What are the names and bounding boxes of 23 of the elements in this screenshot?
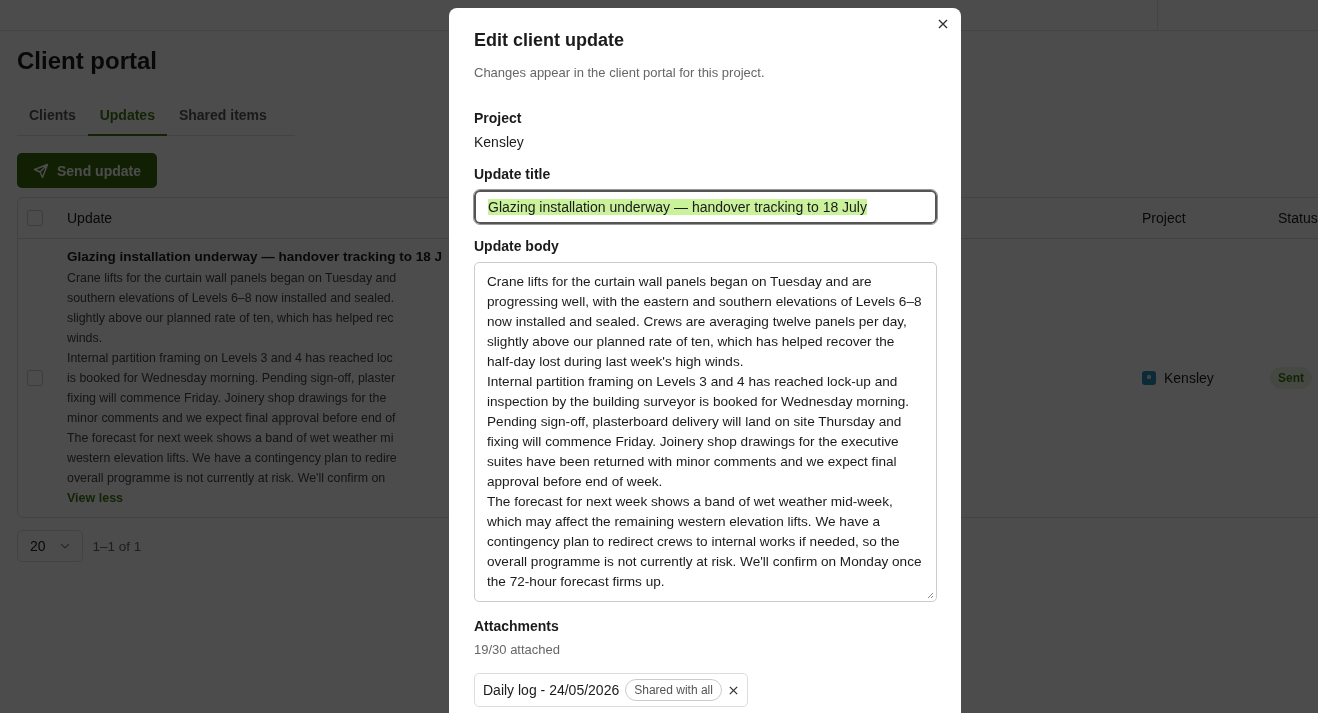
project-value: Kensley: [474, 134, 525, 150]
column-header: Status: [1278, 210, 1318, 226]
close-icon: [937, 18, 949, 30]
field-label: Attachments: [474, 618, 560, 634]
project-name: Kensley: [1164, 369, 1214, 386]
column-header: Project: [1142, 210, 1187, 226]
attachment-name: Daily log - 24/05/2026: [483, 682, 620, 698]
view-less-link[interactable]: View less: [67, 491, 124, 505]
resize-grip-icon[interactable]: [927, 592, 934, 599]
dialog-description: Changes appear in the client portal for this project.: [474, 65, 766, 80]
title-input-field[interactable]: Glazing installation underway — handover tracking to 18 July: [474, 190, 937, 224]
field-label: Update body: [474, 238, 560, 254]
update-text-line: winds.: [67, 330, 103, 347]
dialog-title: Edit client update: [474, 30, 625, 51]
remove-icon: [727, 684, 739, 696]
page-title: Client portal: [17, 47, 157, 75]
attachment-count: 19/30 attached: [474, 642, 562, 657]
body-text-area[interactable]: Crane lifts for the curtain wall panels began on Tuesday and are progressing well, with the eastern and southern elevations of Levels 6–8 now installed and sealed. Crews are averaging twelve panels per day, slightly above our planned rate of ten, which has helped recover the half-day lost during last week's high winds. Internal partition framing on Levels 3 and 4 has reached lock-up and inspection by the building surveyor is booked for Wednesday morning. Pending sign-off, plasterboard delivery will land on site Thursday and fixing will commence Friday. Joinery shop drawings for the executive suites have been returned with minor comments and we expect final approval before end of week. The forecast for next week shows a band of wet weather mid-week, which may affect the remaining western elevation lifts. We have a contingency plan to redirect crews to internal works if needed, so the overall programme is not currently at risk. We'll confirm on Monday once the 72-hour forecast firms up.: [474, 262, 937, 602]
update-text-line: Internal partition framing on Levels 3 and 4 has reached loc: [67, 350, 393, 367]
field-label: Project: [474, 110, 523, 126]
column-header: Update: [67, 210, 114, 226]
field-label: Update title: [474, 166, 552, 182]
update-title: Glazing installation underway — handover tracking to 18 J: [67, 249, 443, 264]
